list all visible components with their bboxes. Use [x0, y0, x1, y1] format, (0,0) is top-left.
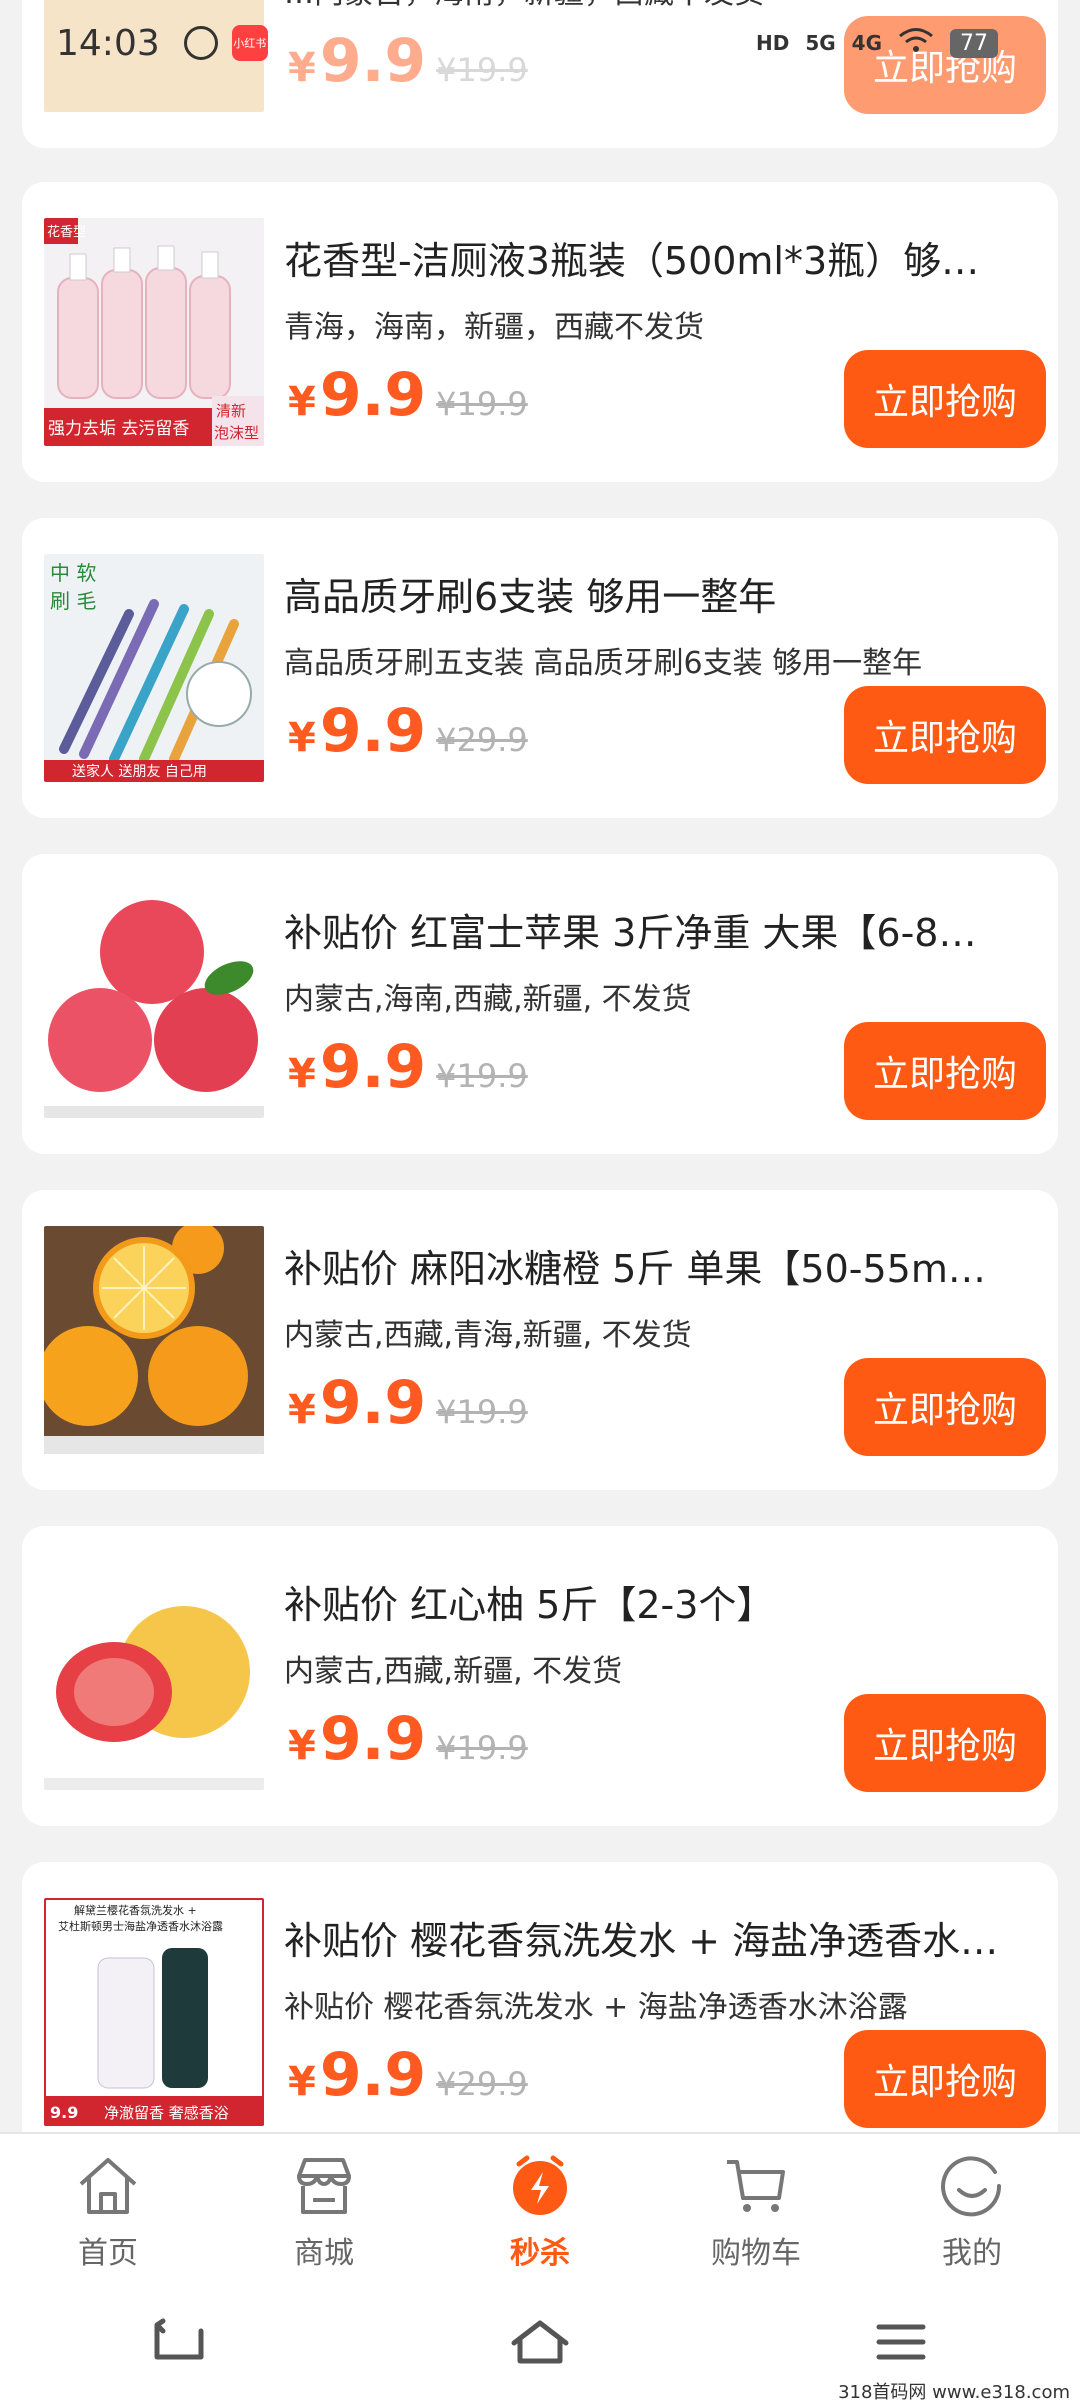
5g-signal-icon: 5G: [805, 31, 836, 55]
svg-text:送家人 送朋友 自己用: 送家人 送朋友 自己用: [72, 763, 207, 780]
menu-icon[interactable]: [871, 2317, 931, 2371]
tab-label: 商城: [294, 2236, 354, 2271]
price-value: 9.9: [319, 360, 427, 430]
status-time: 14:03: [56, 22, 160, 64]
svg-text:解黛兰樱花香氛洗发水 +: 解黛兰樱花香氛洗发水 +: [74, 1903, 197, 1917]
buy-now-button[interactable]: 立即抢购: [844, 2030, 1046, 2128]
flash-sale-icon: [505, 2152, 575, 2222]
product-subtitle: 内蒙古,西藏,青海,新疆, 不发货: [284, 1318, 692, 1353]
svg-text:中 软: 中 软: [50, 561, 96, 585]
currency-symbol: ¥: [288, 379, 316, 425]
product-title[interactable]: 补贴价 樱花香氛洗发水 + 海盐净透香水…: [284, 1910, 1044, 1965]
status-bar: 14:03 小红书 HD 5G 4G 77: [0, 0, 1080, 86]
price-value: 9.9: [319, 1032, 427, 1102]
product-card[interactable]: 补贴价 麻阳冰糖橙 5斤 单果【50-55m… 内蒙古,西藏,青海,新疆, 不发…: [22, 1190, 1058, 1490]
product-card[interactable]: 补贴价 红富士苹果 3斤净重 大果【6-8… 内蒙古,海南,西藏,新疆, 不发货…: [22, 854, 1058, 1154]
product-title[interactable]: 补贴价 红富士苹果 3斤净重 大果【6-8…: [284, 902, 1044, 957]
svg-text:艾杜斯顿男士海盐净透香水沐浴露: 艾杜斯顿男士海盐净透香水沐浴露: [58, 1919, 223, 1933]
product-price: ¥ 9.9 ¥19.9: [288, 1704, 528, 1774]
product-card[interactable]: 解黛兰樱花香氛洗发水 + 艾杜斯顿男士海盐净透香水沐浴露 9.9 净澈留香 奢感…: [22, 1862, 1058, 2132]
product-price: ¥ 9.9 ¥29.9: [288, 2040, 528, 2110]
svg-text:强力去垢 去污留香: 强力去垢 去污留香: [48, 419, 189, 439]
product-price: ¥ 9.9 ¥19.9: [288, 1368, 528, 1438]
product-image[interactable]: [44, 890, 264, 1118]
buy-now-button[interactable]: 立即抢购: [844, 350, 1046, 448]
app-notification-icon: [183, 26, 218, 60]
product-card[interactable]: 花香型 强力去垢 去污留香 清新 泡沫型 花香型-洁厕液3瓶装（500ml*3瓶…: [22, 182, 1058, 482]
profile-icon: [937, 2152, 1007, 2222]
product-title[interactable]: 补贴价 麻阳冰糖橙 5斤 单果【50-55m…: [284, 1238, 1044, 1293]
svg-text:净澈留香 奢感香浴: 净澈留香 奢感香浴: [104, 2104, 229, 2122]
product-image[interactable]: 花香型 强力去垢 去污留香 清新 泡沫型: [44, 218, 264, 446]
price-value: 9.9: [319, 2040, 427, 2110]
tab-home[interactable]: 首页: [0, 2134, 216, 2280]
svg-text:清新: 清新: [216, 402, 246, 420]
buy-now-button[interactable]: 立即抢购: [844, 1022, 1046, 1120]
product-image[interactable]: 解黛兰樱花香氛洗发水 + 艾杜斯顿男士海盐净透香水沐浴露 9.9 净澈留香 奢感…: [44, 1898, 264, 2126]
product-subtitle: 内蒙古,西藏,新疆, 不发货: [284, 1654, 623, 1689]
product-price: ¥ 9.9 ¥19.9: [288, 360, 528, 430]
original-price: ¥29.9: [436, 2065, 528, 2103]
hd-icon: HD: [755, 31, 790, 55]
image-badge-text: 花香型: [47, 224, 86, 240]
product-image[interactable]: [44, 1226, 264, 1454]
tab-label: 秒杀: [510, 2236, 570, 2271]
buy-now-button[interactable]: 立即抢购: [844, 1358, 1046, 1456]
tab-shop[interactable]: 商城: [216, 2134, 432, 2280]
product-card[interactable]: 中 软 刷 毛 送家人 送朋友 自己用 高品质牙刷6支装 够用一整年 高品质牙刷…: [22, 518, 1058, 818]
product-subtitle: 青海，海南，新疆，西藏不发货: [284, 310, 704, 345]
product-subtitle: 内蒙古,海南,西藏,新疆, 不发货: [284, 982, 692, 1017]
bottom-tab-bar: 首页 商城 秒杀 购物车 我的: [0, 2132, 1080, 2280]
currency-symbol: ¥: [288, 1051, 316, 1097]
original-price: ¥29.9: [436, 721, 528, 759]
tab-flash-sale[interactable]: 秒杀: [432, 2134, 648, 2280]
product-price: ¥ 9.9 ¥19.9: [288, 1032, 528, 1102]
price-value: 9.9: [319, 1704, 427, 1774]
home-icon: [73, 2152, 143, 2222]
tab-label: 首页: [78, 2236, 138, 2271]
product-subtitle: 高品质牙刷五支装 高品质牙刷6支装 够用一整年: [284, 646, 923, 681]
buy-now-button[interactable]: 立即抢购: [844, 1694, 1046, 1792]
svg-text:9.9: 9.9: [50, 2103, 78, 2122]
price-value: 9.9: [319, 1368, 427, 1438]
product-list[interactable]: …内蒙古，海南，新疆，西藏不发货 ¥ 9.9 ¥19.9 立即抢购 花香型: [0, 0, 1080, 2132]
currency-symbol: ¥: [288, 1723, 316, 1769]
shop-icon: [289, 2152, 359, 2222]
product-title[interactable]: 补贴价 红心柚 5斤【2-3个】: [284, 1574, 1044, 1629]
original-price: ¥19.9: [436, 1729, 528, 1767]
status-indicators: HD 5G 4G 77: [756, 27, 998, 59]
tab-cart[interactable]: 购物车: [648, 2134, 864, 2280]
home-nav-icon[interactable]: [508, 2317, 572, 2371]
xiaohongshu-icon: 小红书: [231, 25, 268, 61]
product-title[interactable]: 高品质牙刷6支装 够用一整年: [284, 566, 1044, 621]
product-price: ¥ 9.9 ¥29.9: [288, 696, 528, 766]
battery-icon: 77: [950, 28, 998, 58]
tab-label: 购物车: [711, 2236, 801, 2271]
original-price: ¥19.9: [436, 385, 528, 423]
product-card[interactable]: 补贴价 红心柚 5斤【2-3个】 内蒙古,西藏,新疆, 不发货 ¥ 9.9 ¥1…: [22, 1526, 1058, 1826]
tab-profile[interactable]: 我的: [864, 2134, 1080, 2280]
4g-signal-icon: 4G: [851, 31, 882, 55]
original-price: ¥19.9: [436, 1393, 528, 1431]
watermark: 318首码网 www.e318.com: [838, 2382, 1070, 2403]
price-value: 9.9: [319, 696, 427, 766]
wifi-icon: [898, 27, 934, 59]
cart-icon: [721, 2152, 791, 2222]
tab-label: 我的: [942, 2236, 1002, 2271]
svg-text:泡沫型: 泡沫型: [214, 424, 259, 442]
currency-symbol: ¥: [288, 2059, 316, 2105]
product-image[interactable]: 中 软 刷 毛 送家人 送朋友 自己用: [44, 554, 264, 782]
svg-text:刷 毛: 刷 毛: [50, 589, 96, 613]
buy-now-button[interactable]: 立即抢购: [844, 686, 1046, 784]
back-icon[interactable]: [149, 2317, 209, 2371]
currency-symbol: ¥: [288, 1387, 316, 1433]
currency-symbol: ¥: [288, 715, 316, 761]
original-price: ¥19.9: [436, 1057, 528, 1095]
product-title[interactable]: 花香型-洁厕液3瓶装（500ml*3瓶）够…: [284, 230, 1044, 285]
product-subtitle: 补贴价 樱花香氛洗发水 + 海盐净透香水沐浴露: [284, 1990, 908, 2025]
product-image[interactable]: [44, 1562, 264, 1790]
